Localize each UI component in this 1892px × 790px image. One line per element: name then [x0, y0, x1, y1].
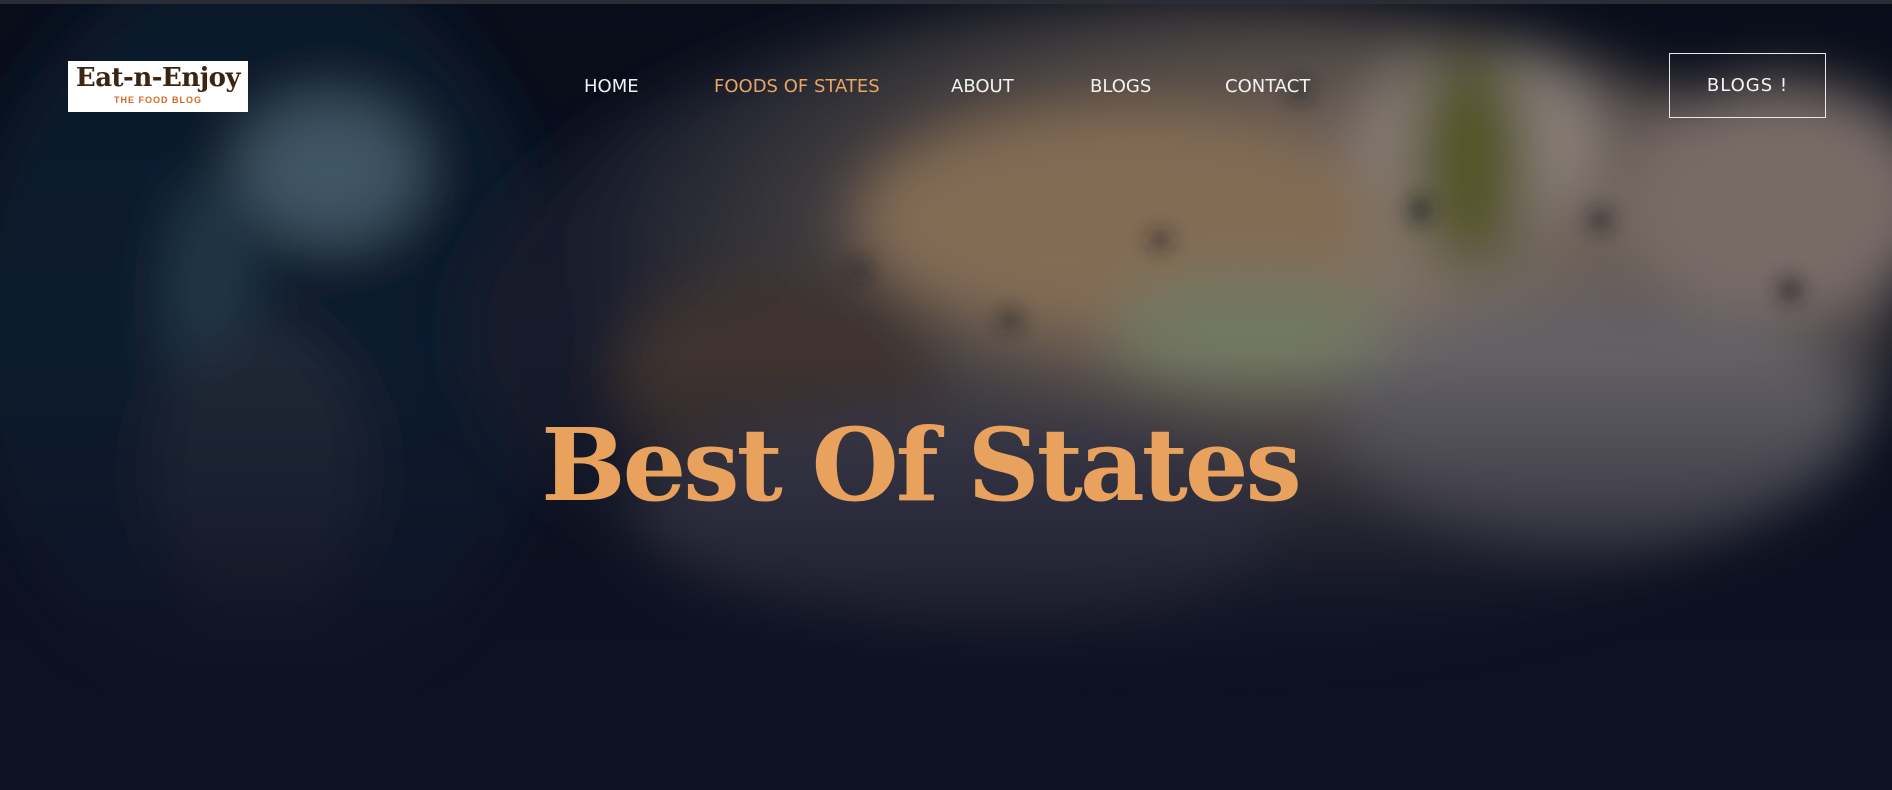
nav-item-foods-of-states[interactable]: FOODS OF STATES [714, 75, 880, 99]
nav-item-contact[interactable]: CONTACT [1225, 75, 1310, 99]
top-border [0, 0, 1892, 4]
hero-headline-wrap: Best Of States [0, 405, 1892, 525]
blogs-cta-button[interactable]: BLOGS ! [1669, 53, 1826, 118]
site-logo[interactable]: Eat-n-Enjoy THE FOOD BLOG [68, 61, 248, 112]
nav-item-home[interactable]: HOME [584, 75, 639, 99]
hero-overlay [0, 0, 1892, 790]
hero-headline: Best Of States [541, 406, 1302, 524]
nav-item-blogs[interactable]: BLOGS [1090, 75, 1151, 99]
logo-title: Eat-n-Enjoy [75, 63, 241, 93]
logo-subtitle: THE FOOD BLOG [114, 95, 202, 105]
hero-section [0, 0, 1892, 790]
nav-item-about[interactable]: ABOUT [951, 75, 1014, 99]
